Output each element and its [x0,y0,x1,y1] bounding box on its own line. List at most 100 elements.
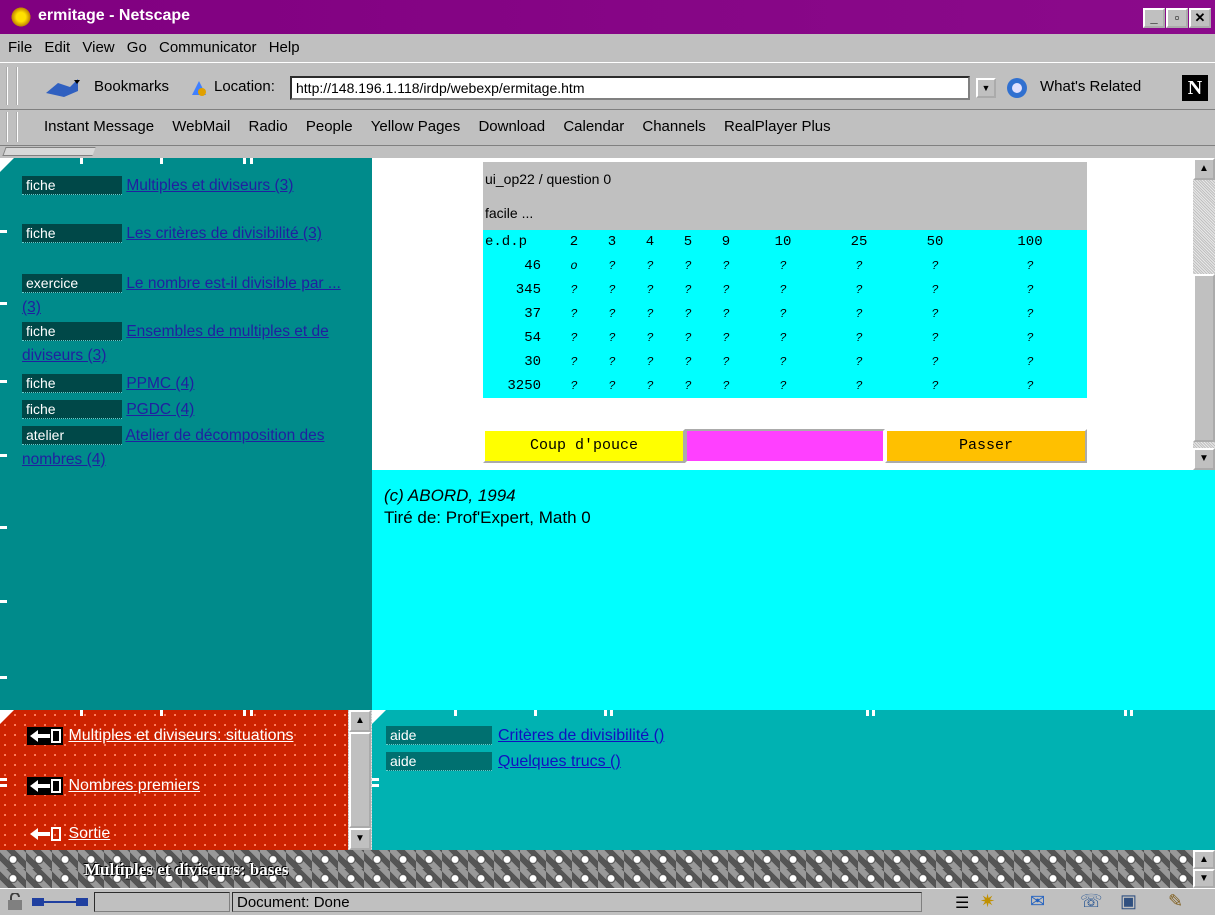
hint-button[interactable]: Coup d'pouce [483,429,685,463]
people-button[interactable]: People [306,118,353,135]
yellow-pages-button[interactable]: Yellow Pages [371,118,461,135]
answer-cell[interactable]: ? [593,302,631,326]
answer-cell[interactable]: ? [821,278,897,302]
answer-cell[interactable]: ? [707,374,745,398]
menu-file[interactable]: File [8,39,32,56]
toolbar-grip[interactable] [6,112,18,142]
answer-cell[interactable]: ? [669,374,707,398]
mailbox-icon[interactable]: ✉ [1030,891,1045,912]
collapsed-toolbar-tab[interactable] [0,146,1215,158]
scroll-down-button[interactable]: ▼ [1193,448,1215,470]
answer-cell[interactable]: ? [897,254,973,278]
answer-cell[interactable]: ? [745,374,821,398]
menu-view[interactable]: View [82,39,114,56]
maximize-button[interactable]: ▫ [1166,8,1188,28]
whats-related-icon[interactable] [1004,75,1034,101]
minimize-button[interactable]: _ [1143,8,1165,28]
answer-cell[interactable]: ? [821,350,897,374]
discussions-icon[interactable]: ☏ [1080,891,1103,912]
scroll-down-button[interactable]: ▼ [349,828,371,850]
nav-link-prime-numbers[interactable]: Nombres premiers [68,777,200,794]
answer-cell[interactable]: ? [745,350,821,374]
answer-field[interactable] [685,429,885,463]
help-link-criteria[interactable]: Critères de divisibilité () [498,727,664,744]
answer-cell[interactable]: ? [593,350,631,374]
bookmarks-button[interactable]: Bookmarks [94,78,169,95]
answer-cell[interactable]: ? [897,374,973,398]
skip-button[interactable]: Passer [885,429,1087,463]
answer-cell[interactable]: ? [897,326,973,350]
answer-cell[interactable]: ? [821,254,897,278]
menu-edit[interactable]: Edit [44,39,70,56]
answer-cell[interactable]: ? [631,302,669,326]
scroll-thumb[interactable] [1193,274,1215,442]
url-dropdown-button[interactable]: ▼ [976,78,996,98]
quiz-scrollbar[interactable]: ▲ ▼ [1193,158,1215,470]
answer-cell[interactable]: ? [707,350,745,374]
nav-link-situations[interactable]: Multiples et diviseurs: situations [68,727,293,744]
answer-cell[interactable]: ? [707,326,745,350]
scroll-up-button[interactable]: ▲ [1193,850,1215,869]
answer-cell[interactable]: ? [669,278,707,302]
menu-communicator[interactable]: Communicator [159,39,257,56]
answer-cell[interactable]: ? [897,302,973,326]
answer-cell[interactable]: ? [707,254,745,278]
webmail-button[interactable]: WebMail [172,118,230,135]
answer-cell[interactable]: o [555,254,593,278]
answer-cell[interactable]: ? [973,302,1087,326]
answer-cell[interactable]: ? [669,326,707,350]
answer-cell[interactable]: ? [631,374,669,398]
answer-cell[interactable]: ? [555,326,593,350]
answer-cell[interactable]: ? [593,254,631,278]
answer-cell[interactable]: ? [631,350,669,374]
entry-link[interactable]: Multiples et diviseurs (3) [126,177,293,194]
security-lock-icon[interactable] [6,892,26,911]
instant-message-button[interactable]: Instant Message [44,118,154,135]
answer-cell[interactable]: ? [593,326,631,350]
netscape-n-icon[interactable]: N [1182,75,1208,101]
nav-scrollbar[interactable]: ▲ ▼ [348,710,372,850]
answer-cell[interactable]: ? [973,326,1087,350]
answer-cell[interactable]: ? [745,302,821,326]
answer-cell[interactable]: ? [631,278,669,302]
answer-cell[interactable]: ? [707,278,745,302]
online-connection-icon[interactable] [30,893,90,911]
scroll-up-button[interactable]: ▲ [349,710,371,732]
answer-cell[interactable]: ? [555,278,593,302]
answer-cell[interactable]: ? [707,302,745,326]
answer-cell[interactable]: ? [555,350,593,374]
composer-icon[interactable]: ▣ [1120,891,1137,912]
close-button[interactable]: ✕ [1189,8,1211,28]
help-link-tricks[interactable]: Quelques trucs () [498,753,621,770]
answer-cell[interactable]: ? [973,374,1087,398]
answer-cell[interactable]: ? [745,278,821,302]
entry-link[interactable]: Les critères de divisibilité (3) [126,225,322,242]
answer-cell[interactable]: ? [555,374,593,398]
answer-cell[interactable]: ? [973,278,1087,302]
menu-help[interactable]: Help [269,39,300,56]
answer-cell[interactable]: ? [821,374,897,398]
entry-link[interactable]: PPMC (4) [126,375,194,392]
edit-pen-icon[interactable]: ✎ [1168,891,1183,912]
answer-cell[interactable]: ? [973,350,1087,374]
answer-cell[interactable]: ? [593,278,631,302]
answer-cell[interactable]: ? [593,374,631,398]
answer-cell[interactable]: ? [631,254,669,278]
answer-cell[interactable]: ? [745,326,821,350]
answer-cell[interactable]: ? [745,254,821,278]
answer-cell[interactable]: ? [669,302,707,326]
calendar-button[interactable]: Calendar [563,118,624,135]
entry-link[interactable]: PGDC (4) [126,401,194,418]
scroll-up-button[interactable]: ▲ [1193,158,1215,180]
component-bar-icon[interactable]: ☰ [955,893,969,913]
menu-go[interactable]: Go [127,39,147,56]
scroll-down-button[interactable]: ▼ [1193,869,1215,888]
answer-cell[interactable]: ? [631,326,669,350]
url-input[interactable]: http://148.196.1.118/irdp/webexp/ermitag… [290,76,970,100]
location-icon[interactable] [188,77,210,99]
realplayer-plus-button[interactable]: RealPlayer Plus [724,118,831,135]
nav-link-exit[interactable]: Sortie [68,825,110,842]
banner-scrollbar[interactable]: ▲ ▼ [1193,850,1215,888]
answer-cell[interactable]: ? [973,254,1087,278]
channels-button[interactable]: Channels [642,118,705,135]
